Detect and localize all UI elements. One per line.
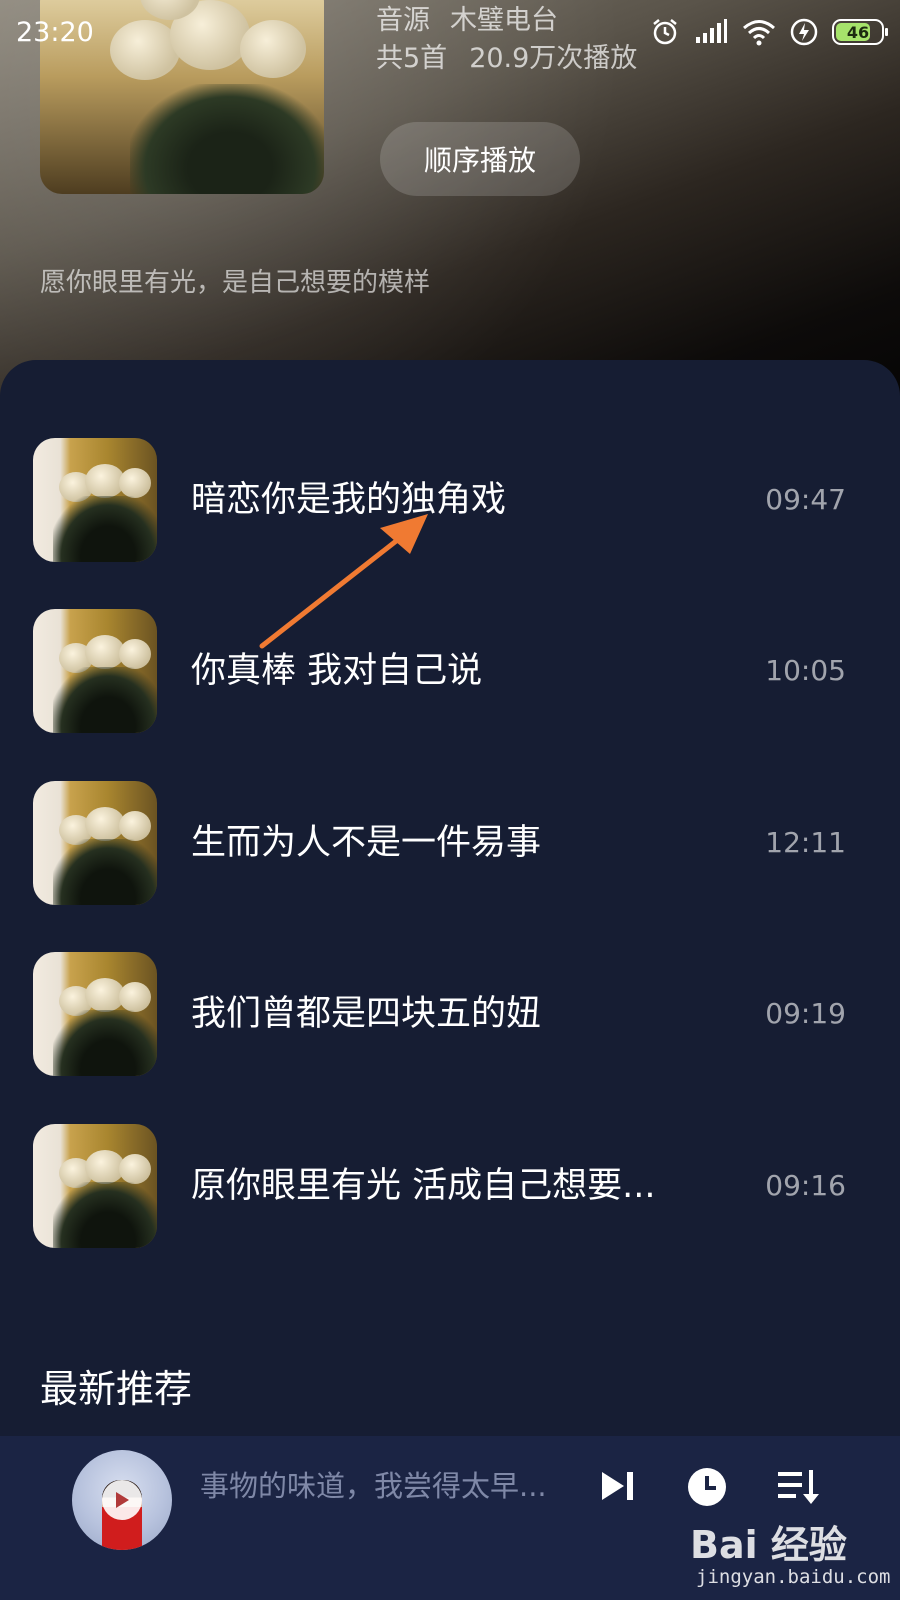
song-thumbnail [33, 609, 157, 733]
song-row[interactable]: 原你眼里有光 活成自己想要... 09:16 [0, 1124, 900, 1248]
song-title: 你真棒 我对自己说 [191, 651, 483, 691]
song-row[interactable]: 生而为人不是一件易事 12:11 [0, 781, 900, 905]
status-time: 23:20 [16, 16, 94, 48]
play-icon[interactable] [102, 1480, 142, 1520]
song-duration: 09:19 [765, 997, 846, 1030]
song-title: 暗恋你是我的独角戏 [191, 480, 507, 520]
song-title: 生而为人不是一件易事 [191, 823, 542, 863]
song-row[interactable]: 暗恋你是我的独角戏 09:47 [0, 438, 900, 562]
alarm-icon [653, 19, 677, 45]
battery-level: 46 [846, 22, 870, 42]
song-thumbnail [33, 1124, 157, 1248]
song-row[interactable]: 我们曾都是四块五的妞 09:19 [0, 952, 900, 1076]
wifi-icon [743, 20, 775, 46]
status-bar: 23:20 46 [0, 0, 900, 64]
now-playing-cover[interactable] [72, 1450, 172, 1550]
baidu-logo: Bai 经验 [690, 1523, 847, 1567]
song-title: 原你眼里有光 活成自己想要... [191, 1166, 656, 1206]
song-duration: 09:47 [765, 483, 846, 516]
baidu-url: jingyan.baidu.com [696, 1566, 891, 1588]
song-duration: 12:11 [765, 826, 846, 859]
now-playing-title: 事物的味道，我尝得太早... [200, 1469, 547, 1503]
song-title: 我们曾都是四块五的妞 [191, 994, 542, 1034]
song-thumbnail [33, 781, 157, 905]
timer-icon[interactable] [686, 1466, 728, 1508]
album-description: 愿你眼里有光，是自己想要的模样 [40, 268, 431, 298]
song-thumbnail [33, 952, 157, 1076]
song-duration: 09:16 [765, 1169, 846, 1202]
play-order-button[interactable]: 顺序播放 [380, 122, 580, 196]
playlist-icon[interactable] [776, 1466, 820, 1508]
next-track-icon[interactable] [598, 1466, 638, 1506]
baidu-watermark: Bai 经验 jingyan.baidu.com [690, 1514, 890, 1594]
latest-recommend-title: 最新推荐 [40, 1367, 193, 1411]
song-row[interactable]: 你真棒 我对自己说 10:05 [0, 609, 900, 733]
signal-icon [696, 19, 727, 43]
song-thumbnail [33, 438, 157, 562]
battery-icon: 46 [832, 19, 888, 45]
charging-icon [790, 18, 818, 46]
song-duration: 10:05 [765, 654, 846, 687]
